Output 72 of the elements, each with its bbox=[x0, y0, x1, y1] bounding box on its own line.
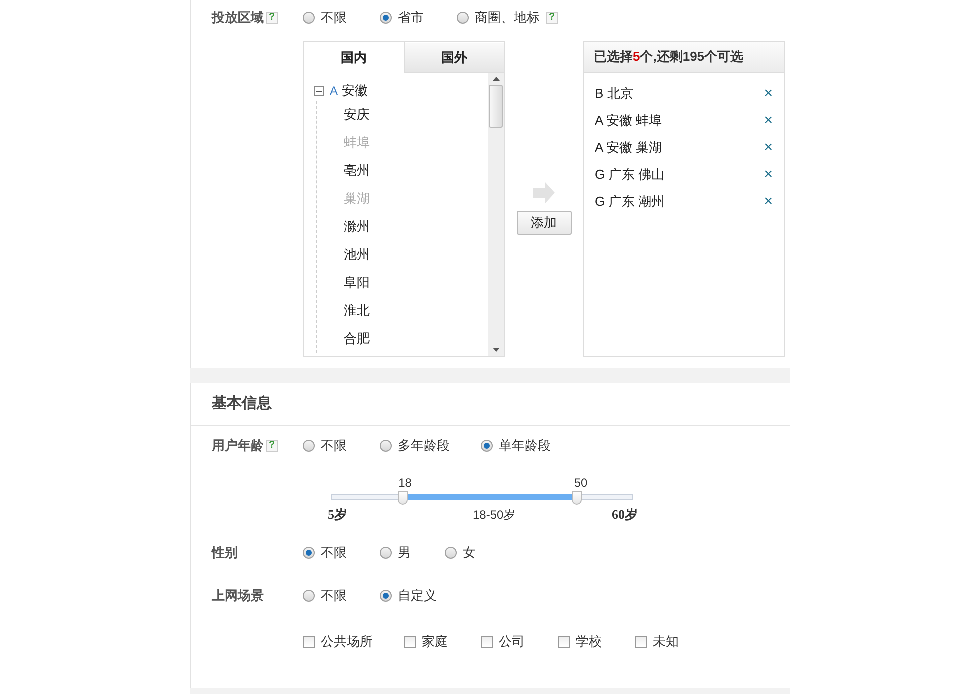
radio-label: 商圈、地标 bbox=[475, 9, 540, 28]
max-age-label: 60岁 bbox=[612, 506, 638, 524]
min-age-label: 5岁 bbox=[328, 506, 348, 524]
scrollbar-thumb[interactable] bbox=[489, 85, 503, 128]
remove-button[interactable]: × bbox=[764, 113, 773, 128]
scrollbar-track[interactable] bbox=[488, 73, 504, 356]
radio-label: 男 bbox=[398, 544, 411, 562]
radio-label: 省市 bbox=[398, 9, 424, 28]
section-title: 基本信息 bbox=[212, 394, 272, 414]
tree-item[interactable]: 安徽 bbox=[342, 81, 368, 101]
collapse-icon[interactable] bbox=[314, 86, 324, 96]
radio-button[interactable] bbox=[380, 440, 392, 452]
checkbox[interactable] bbox=[635, 636, 647, 648]
slider-handle[interactable] bbox=[572, 491, 582, 505]
tree-item[interactable]: 安庆 bbox=[344, 105, 370, 125]
selected-region: B 北京 bbox=[595, 84, 634, 103]
radio-button[interactable] bbox=[303, 547, 315, 559]
field-label: 用户年龄 bbox=[212, 437, 264, 456]
radio-label: 女 bbox=[463, 544, 476, 562]
radio-button[interactable] bbox=[380, 547, 392, 559]
checkbox[interactable] bbox=[404, 636, 416, 648]
selected-region: A 安徽 巢湖 bbox=[595, 138, 662, 157]
radio-button[interactable] bbox=[380, 590, 392, 602]
tree-item[interactable]: 亳州 bbox=[344, 161, 370, 181]
radio-label: 不限 bbox=[321, 437, 347, 456]
scroll-up-icon[interactable] bbox=[492, 77, 500, 81]
remove-button[interactable]: × bbox=[764, 140, 773, 155]
radio-label: 多年龄段 bbox=[398, 437, 450, 456]
radio-label: 自定义 bbox=[398, 587, 437, 606]
selected-region: A 安徽 蚌埠 bbox=[595, 112, 662, 130]
handle-value: 50 bbox=[574, 475, 588, 492]
radio-label: 单年龄段 bbox=[499, 437, 551, 456]
radio-label: 不限 bbox=[321, 9, 347, 28]
field-label: 性别 bbox=[212, 544, 238, 562]
radio-button[interactable] bbox=[303, 12, 315, 24]
range-label: 18-50岁 bbox=[473, 507, 516, 524]
checkbox-label: 家庭 bbox=[422, 633, 448, 652]
right-arrow-icon bbox=[532, 181, 556, 205]
checkbox[interactable] bbox=[303, 636, 315, 648]
tree-item[interactable]: 阜阳 bbox=[344, 273, 370, 293]
radio-label: 不限 bbox=[321, 544, 347, 562]
tree-item[interactable]: 池州 bbox=[344, 245, 370, 265]
radio-button[interactable] bbox=[457, 12, 469, 24]
selected-region: G 广东 佛山 bbox=[595, 166, 664, 184]
province-letter: A bbox=[330, 83, 338, 100]
radio-label: 不限 bbox=[321, 587, 347, 606]
remove-button[interactable]: × bbox=[764, 86, 773, 101]
checkbox[interactable] bbox=[558, 636, 570, 648]
selected-region: G 广东 潮州 bbox=[595, 192, 664, 211]
radio-button[interactable] bbox=[380, 12, 392, 24]
selected-count-text: 已选择5个,还剩195个可选 bbox=[594, 48, 744, 66]
scroll-down-icon[interactable] bbox=[492, 348, 500, 352]
field-label: 上网场景 bbox=[212, 587, 264, 606]
checkbox-label: 公司 bbox=[499, 633, 525, 652]
radio-button[interactable] bbox=[303, 590, 315, 602]
tab[interactable]: 国外 bbox=[404, 43, 504, 73]
remove-button[interactable]: × bbox=[764, 194, 773, 209]
handle-value: 18 bbox=[398, 475, 412, 492]
radio-button[interactable] bbox=[481, 440, 493, 452]
tree-item[interactable]: 淮北 bbox=[344, 301, 370, 321]
checkbox-label: 未知 bbox=[653, 633, 679, 652]
checkbox[interactable] bbox=[481, 636, 493, 648]
radio-button[interactable] bbox=[445, 547, 457, 559]
radio-button[interactable] bbox=[303, 440, 315, 452]
slider-handle[interactable] bbox=[398, 491, 408, 505]
field-label: 投放区域 bbox=[212, 9, 264, 28]
tree-item[interactable]: 滁州 bbox=[344, 217, 370, 237]
remove-button[interactable]: × bbox=[764, 167, 773, 182]
checkbox-label: 公共场所 bbox=[321, 633, 373, 652]
checkbox-label: 学校 bbox=[576, 633, 602, 652]
add-button[interactable]: 添加 bbox=[516, 211, 572, 235]
tree-item[interactable]: 合肥 bbox=[344, 329, 370, 349]
